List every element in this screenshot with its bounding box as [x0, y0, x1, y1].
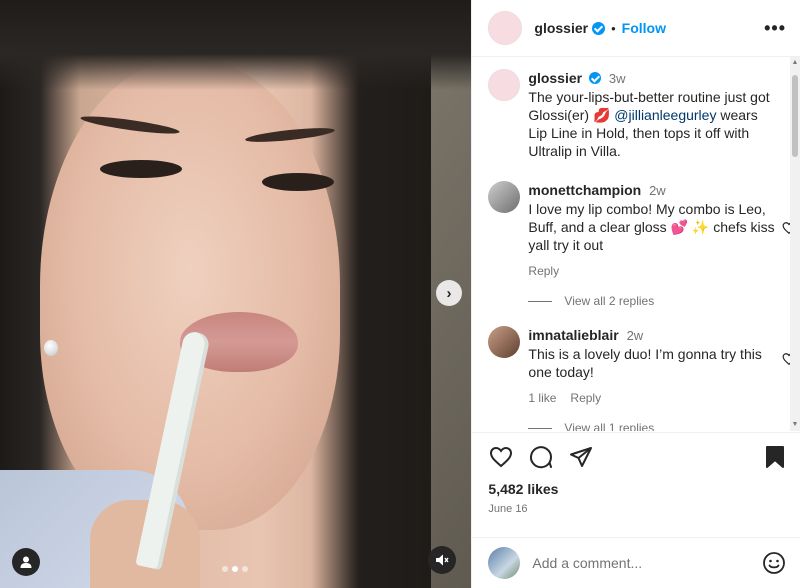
separator-dot: • — [611, 20, 616, 36]
comment-button[interactable] — [528, 444, 554, 470]
more-options-icon[interactable]: ••• — [764, 18, 786, 39]
pearl-earring — [44, 340, 58, 356]
eye-right — [262, 173, 334, 191]
current-user-avatar — [488, 547, 521, 579]
share-button[interactable] — [568, 444, 594, 470]
add-comment-input[interactable]: Add a comment... — [532, 555, 642, 571]
comment: imnatalieblair 2w This is a lovely duo! … — [488, 326, 796, 405]
comment: monettchampion 2w I love my lip combo! M… — [488, 181, 796, 278]
paper-plane-icon — [570, 447, 593, 467]
heart-icon — [490, 446, 513, 468]
comment-likes[interactable]: 1 like — [528, 391, 556, 405]
comment-meta: 1 like Reply — [528, 391, 778, 405]
comment-text: This is a lovely duo! I’m gonna try this… — [528, 346, 762, 380]
action-icons — [472, 433, 800, 481]
comment-bubble-icon — [530, 446, 553, 469]
eye-left — [100, 160, 182, 178]
caption: glossier 3w The your-lips-but-better rou… — [488, 69, 778, 160]
carousel-dot — [232, 566, 238, 572]
caption-time[interactable]: 3w — [609, 71, 626, 86]
post-date[interactable]: June 16 — [472, 503, 800, 515]
view-replies-label: View all 1 replies — [564, 421, 655, 431]
reply-line — [528, 427, 553, 429]
carousel-indicator — [222, 566, 248, 572]
commenter-avatar[interactable] — [488, 181, 521, 213]
view-replies-button[interactable]: View all 2 replies — [528, 294, 654, 308]
bookmark-icon — [766, 446, 785, 468]
post-actions: 5,482 likes June 16 — [472, 432, 800, 515]
reply-button[interactable]: Reply — [528, 264, 559, 278]
like-button[interactable] — [488, 444, 514, 470]
likes-count[interactable]: 5,482 likes — [472, 481, 800, 497]
caption-username[interactable]: glossier — [528, 70, 582, 86]
comment-time[interactable]: 2w — [627, 328, 644, 343]
user-icon — [20, 556, 32, 568]
speaker-muted-icon — [436, 554, 449, 566]
mute-button[interactable] — [428, 546, 456, 574]
comments-scrollbar[interactable]: ▲ ▼ — [790, 57, 800, 431]
comment-username[interactable]: monettchampion — [528, 182, 641, 198]
post-sidebar: glossier • Follow ••• glossier 3w The yo… — [471, 0, 800, 588]
hair-top — [0, 0, 472, 90]
save-button[interactable] — [762, 444, 788, 470]
comment-meta: Reply — [528, 264, 778, 278]
reply-line — [528, 300, 553, 302]
follow-button[interactable]: Follow — [622, 20, 666, 36]
verified-badge-icon — [592, 21, 606, 35]
add-comment-bar: Add a comment... — [472, 537, 800, 588]
scroll-thumb[interactable] — [792, 75, 798, 157]
comment-text: I love my lip combo! My combo is Leo, Bu… — [528, 201, 775, 253]
comments-list[interactable]: glossier 3w The your-lips-but-better rou… — [472, 57, 800, 431]
comment-body: monettchampion 2w I love my lip combo! M… — [528, 181, 778, 254]
post-dialog: › glossier • Follow ••• glossier 3w The … — [0, 0, 800, 588]
scroll-up-arrow-icon[interactable]: ▲ — [791, 59, 799, 67]
commenter-avatar[interactable] — [488, 326, 521, 358]
verified-badge-icon — [589, 72, 601, 84]
comment-username[interactable]: imnatalieblair — [528, 327, 618, 343]
post-header: glossier • Follow ••• — [472, 0, 800, 57]
comment-time[interactable]: 2w — [649, 183, 666, 198]
author-username[interactable]: glossier — [534, 20, 588, 36]
next-slide-button[interactable]: › — [436, 280, 462, 306]
view-replies-label: View all 2 replies — [564, 294, 655, 308]
tagged-users-button[interactable] — [12, 548, 40, 576]
author-avatar[interactable] — [488, 11, 523, 45]
caption-mention[interactable]: @jillianleegurley — [614, 107, 716, 123]
scroll-down-arrow-icon[interactable]: ▼ — [791, 421, 799, 429]
view-replies-button[interactable]: View all 1 replies — [528, 421, 654, 431]
reply-button[interactable]: Reply — [570, 391, 601, 405]
emoji-icon[interactable] — [762, 551, 786, 575]
caption-avatar[interactable] — [488, 69, 521, 101]
chevron-right-icon: › — [446, 284, 452, 302]
caption-body: glossier 3w The your-lips-but-better rou… — [528, 69, 778, 160]
comment-body: imnatalieblair 2w This is a lovely duo! … — [528, 326, 778, 381]
carousel-dot — [242, 566, 248, 572]
post-media[interactable]: › — [0, 0, 472, 588]
carousel-dot — [222, 566, 228, 572]
